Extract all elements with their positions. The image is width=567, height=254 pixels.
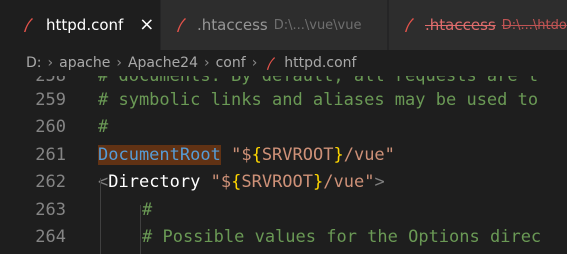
variable-name: SRVROOT [241,172,314,192]
chevron-right-icon: › [116,55,122,71]
string-tail: /vue" [343,145,395,165]
tag-close-bracket: > [374,172,385,192]
code-content: <Directory "${SRVROOT}/vue"> [98,169,385,196]
code-line: 264 # Possible values for the Options di… [0,224,567,251]
breadcrumb-item-file[interactable]: httpd.conf [284,55,356,71]
line-number: 261 [35,145,66,165]
tab-htaccess-vue[interactable]: .htaccess D:\...\vue\vue [160,0,387,50]
line-number: 262 [35,172,66,192]
brace-close: } [313,172,324,192]
variable-name: SRVROOT [261,145,334,165]
breadcrumb-item-drive[interactable]: D: [26,55,42,71]
breadcrumb-item-conf[interactable]: conf [216,55,246,71]
brace-open: { [251,145,262,165]
close-icon[interactable]: × [139,16,154,34]
chevron-right-icon: › [204,55,210,71]
line-number: 263 [35,200,66,220]
code-comment: # symbolic links and aliases may be used… [98,90,539,110]
code-comment: # Possible values for the Options direc [142,227,542,247]
tab-label: .htaccess [197,16,268,34]
tag-name: Directory [108,172,201,192]
code-line: 261 DocumentRoot "${SRVROOT}/vue" [0,142,567,169]
apache-feather-icon [405,18,414,32]
apache-feather-icon [24,18,33,32]
line-number: 259 [35,90,66,110]
code-editor[interactable]: 258 # documents. By default, all request… [0,76,567,254]
breadcrumb: D: › apache › Apache24 › conf › httpd.co… [0,50,567,76]
tab-htaccess-htdocs[interactable]: .htaccess D:\...\htdo [388,0,567,50]
code-line: 260 # [0,114,567,141]
code-line: 263 # [0,197,567,224]
directive-keyword: DocumentRoot [98,145,221,165]
indent-guide [140,205,141,254]
brace-close: } [333,145,344,165]
tab-label: httpd.conf [46,16,124,34]
line-number: 260 [35,117,66,137]
apache-feather-icon [177,18,186,32]
string-quote: "$ [231,145,252,165]
chevron-right-icon: › [47,55,54,71]
indent-guide [100,178,101,254]
breadcrumb-item-apache[interactable]: apache [59,55,110,71]
code-comment: # [142,200,153,220]
string-tail: /vue" [323,172,375,192]
apache-feather-icon [267,56,276,70]
tab-description: D:\...\htdo [501,17,567,33]
string-quote: "$ [210,172,232,192]
tab-description: D:\...\vue\vue [273,17,362,33]
tab-httpd-conf[interactable]: httpd.conf × [0,0,160,50]
tab-label: .htaccess [425,16,496,34]
code-line: 262 <Directory "${SRVROOT}/vue"> [0,169,567,196]
tab-bar: httpd.conf × .htaccess D:\...\vue\vue .h… [0,0,567,50]
code-content: DocumentRoot "${SRVROOT}/vue" [98,142,395,169]
line-number: 264 [35,227,66,247]
code-comment: # [98,117,109,137]
brace-open: { [231,172,242,192]
code-line: 259 # symbolic links and aliases may be … [0,87,567,114]
chevron-right-icon: › [251,55,258,71]
breadcrumb-item-apache24[interactable]: Apache24 [128,55,198,71]
